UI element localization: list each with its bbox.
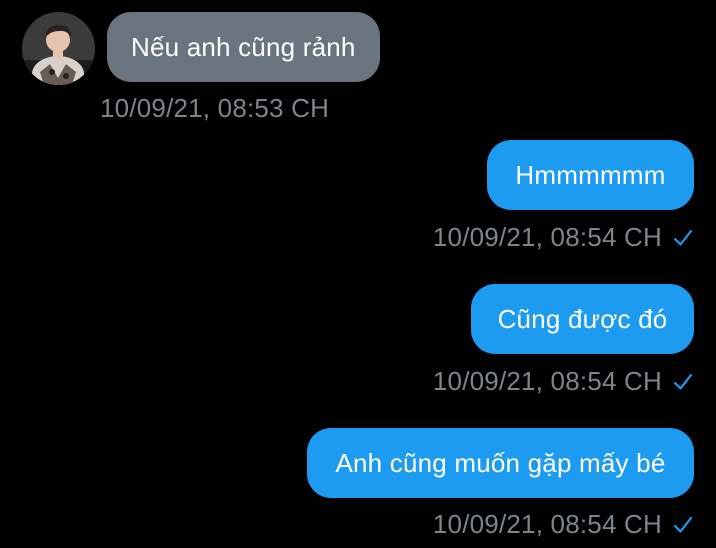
checkmark-icon [672, 371, 694, 393]
timestamp-text: 10/09/21, 08:53 CH [100, 93, 330, 123]
message-timestamp: 10/09/21, 08:53 CH [100, 93, 329, 124]
checkmark-icon [672, 514, 694, 536]
message-bubble-outgoing[interactable]: Anh cũng muốn gặp mấy bé [307, 428, 694, 498]
avatar-image [22, 12, 95, 85]
message-text: Nếu anh cũng rảnh [131, 31, 356, 62]
message-text: Cũng được đó [497, 303, 668, 334]
message-bubble-outgoing[interactable]: Cũng được đó [471, 284, 694, 354]
message-text: Hmmmmmm [515, 159, 666, 190]
timestamp-text: 10/09/21, 08:54 CH [432, 366, 662, 396]
message-timestamp: 10/09/21, 08:54 CH [433, 509, 694, 540]
sender-avatar[interactable] [22, 12, 95, 85]
message-bubble-outgoing[interactable]: Hmmmmmm [487, 140, 694, 210]
message-text: Anh cũng muốn gặp mấy bé [335, 447, 666, 478]
message-timestamp: 10/09/21, 08:54 CH [433, 366, 694, 397]
timestamp-text: 10/09/21, 08:54 CH [432, 509, 662, 539]
timestamp-text: 10/09/21, 08:54 CH [432, 222, 662, 252]
checkmark-icon [672, 227, 694, 249]
message-timestamp: 10/09/21, 08:54 CH [433, 222, 694, 253]
message-bubble-incoming[interactable]: Nếu anh cũng rảnh [107, 12, 380, 82]
